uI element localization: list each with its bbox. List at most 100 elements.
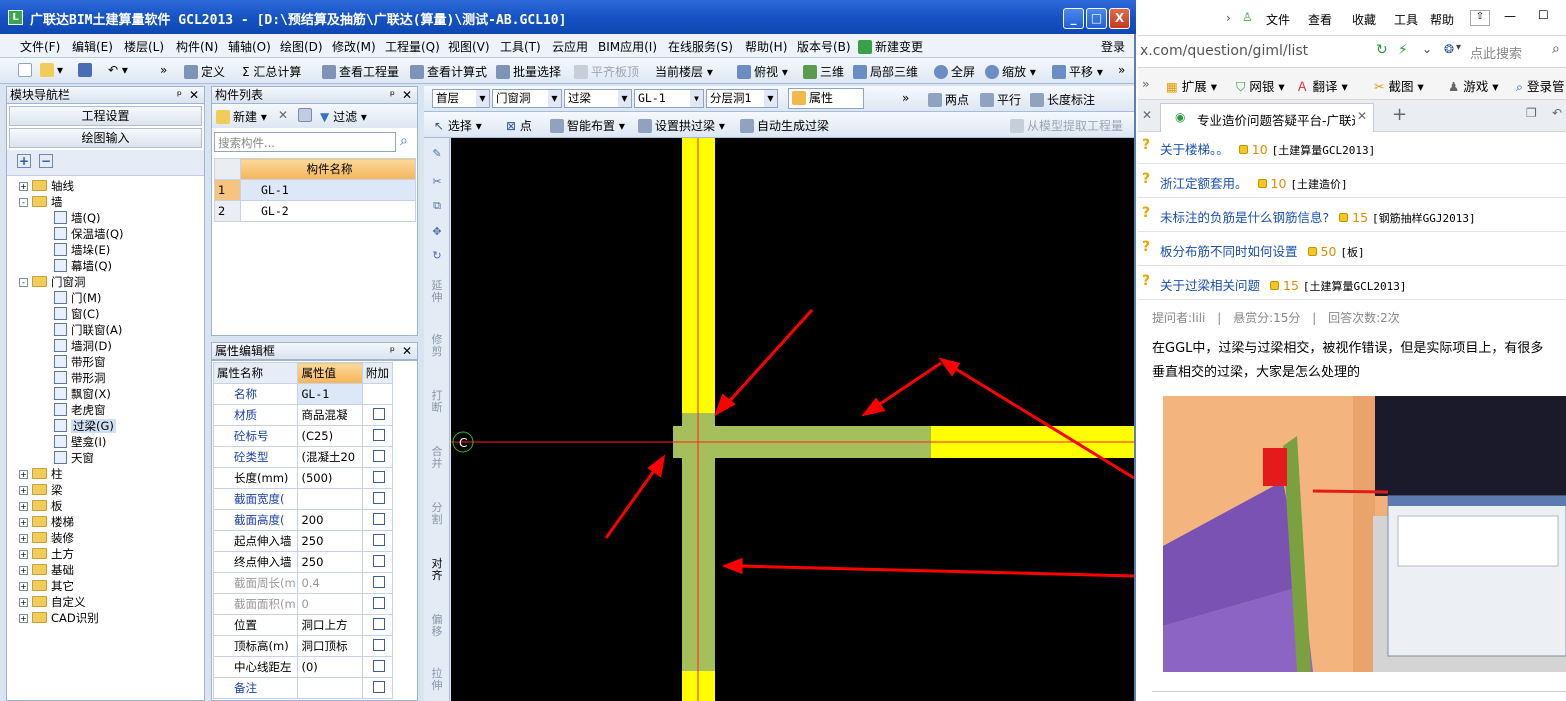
view-quantity-button[interactable]: 查看工程量: [322, 63, 399, 80]
ext-login[interactable]: ⌕ 登录管: [1516, 76, 1565, 95]
tree-category[interactable]: + 板: [19, 498, 63, 514]
tree-category[interactable]: + CAD识别: [19, 610, 99, 626]
pin-icon[interactable]: ᵖ: [177, 87, 182, 103]
project-settings-button[interactable]: 工程设置: [9, 106, 202, 126]
undo-icon[interactable]: ↶ ▾: [108, 63, 128, 77]
extra-checkbox[interactable]: [372, 638, 385, 651]
chevron-down-icon[interactable]: ⌄: [1422, 42, 1432, 56]
property-value[interactable]: 商品混凝: [297, 404, 363, 426]
tab-close-icon[interactable]: ✕: [1357, 109, 1367, 123]
maximize-button[interactable]: □: [1086, 8, 1107, 29]
tree-item[interactable]: 墙垛(E): [54, 242, 110, 258]
new-file-icon[interactable]: [18, 63, 35, 77]
extra-checkbox[interactable]: [372, 575, 385, 588]
drawing-canvas[interactable]: C: [451, 138, 1134, 701]
point-button[interactable]: ⊠ 点: [506, 117, 532, 134]
expand-icon[interactable]: +: [19, 502, 28, 511]
expand-icon[interactable]: +: [19, 486, 28, 495]
auto-gen-beam-button[interactable]: 自动生成过梁: [740, 117, 829, 134]
mirror-icon[interactable]: ⧉: [429, 200, 445, 212]
tree-item[interactable]: 保温墙(Q): [54, 226, 124, 242]
question-title[interactable]: 关于楼梯。。: [1160, 142, 1229, 157]
expand-icon[interactable]: +: [19, 470, 28, 479]
search-engine-chevron-icon[interactable]: ▾: [1456, 42, 1461, 53]
new-tab-icon[interactable]: +: [1392, 104, 1407, 125]
menu-tools[interactable]: 工具(T): [500, 38, 541, 55]
browser-minimize-button[interactable]: —: [1504, 9, 1516, 23]
extra-checkbox[interactable]: [372, 491, 385, 504]
restore-icon[interactable]: ⇧: [1470, 10, 1490, 26]
two-point-button[interactable]: 两点: [928, 91, 969, 108]
property-value[interactable]: (500): [297, 467, 363, 489]
length-mark-button[interactable]: 长度标注: [1030, 91, 1095, 108]
tab-active[interactable]: ◉ 专业造价问题答疑平台-广联达 ✕: [1160, 103, 1374, 132]
tree-item[interactable]: 墙(Q): [54, 210, 101, 226]
collapse-icon[interactable]: -: [19, 278, 28, 287]
expand-icon[interactable]: +: [19, 566, 28, 575]
tree-category[interactable]: + 轴线: [19, 178, 74, 194]
question-title[interactable]: 浙江定额套用。: [1160, 176, 1248, 191]
tree-item[interactable]: 窗(C): [54, 306, 100, 322]
browser-menu-view[interactable]: 查看: [1308, 11, 1332, 28]
component-search-field[interactable]: 搜索构件...: [214, 132, 396, 152]
undo-tab-icon[interactable]: ↶: [1552, 106, 1562, 120]
layer-select[interactable]: 分层洞1 ▼: [706, 89, 778, 108]
menu-help[interactable]: 帮助(H): [745, 38, 787, 55]
property-value[interactable]: 0: [297, 593, 363, 615]
tree-category[interactable]: + 柱: [19, 466, 63, 482]
tree-category[interactable]: + 楼梯: [19, 514, 74, 530]
align-tool[interactable]: 对齐: [429, 558, 445, 582]
menu-floor[interactable]: 楼层(L): [124, 38, 164, 55]
tree-category[interactable]: -墙: [19, 194, 63, 210]
extend-tool[interactable]: 延伸: [429, 280, 445, 304]
tree-item[interactable]: 过梁(G): [54, 418, 116, 434]
property-value[interactable]: (0): [297, 656, 363, 678]
tree-item[interactable]: 幕墙(Q): [54, 258, 112, 274]
three-d-button[interactable]: 三维: [803, 63, 844, 80]
lightning-icon[interactable]: ⚡: [1398, 42, 1408, 58]
tree-item[interactable]: 带形窗: [54, 354, 106, 370]
break-tool[interactable]: 打断: [429, 390, 445, 414]
extra-checkbox[interactable]: [372, 407, 385, 420]
tree-item[interactable]: 老虎窗: [54, 402, 106, 418]
property-row[interactable]: 中心线距左 (0): [212, 656, 394, 678]
extra-checkbox[interactable]: [372, 512, 385, 525]
sum-button[interactable]: Σ 汇总计算: [242, 63, 301, 80]
current-floor-dropdown[interactable]: 当前楼层 ▾: [655, 63, 713, 80]
merge-tool[interactable]: 合并: [429, 446, 445, 470]
tree-item[interactable]: 门(M): [54, 290, 101, 306]
extra-checkbox[interactable]: [372, 659, 385, 672]
close-icon[interactable]: ✕: [402, 87, 412, 103]
question-title[interactable]: 关于过梁相关问题: [1160, 278, 1260, 293]
browser-menu-help[interactable]: 帮助: [1430, 11, 1454, 28]
browser-search-input[interactable]: 点此搜索: [1470, 43, 1522, 62]
menu-modify[interactable]: 修改(M): [332, 38, 376, 55]
menu-bim[interactable]: BIM应用(I): [598, 38, 657, 55]
tree-category[interactable]: + 梁: [19, 482, 63, 498]
pin-icon[interactable]: ᵖ: [390, 343, 395, 359]
search-icon[interactable]: ⌕: [400, 133, 408, 149]
question-title[interactable]: 板分布筋不同时如何设置: [1160, 244, 1298, 259]
local-3d-button[interactable]: 局部三维: [853, 63, 918, 80]
zoom-button[interactable]: 缩放 ▾: [985, 63, 1036, 80]
question-item[interactable]: ? 浙江定额套用。 10 [土建造价]: [1138, 164, 1566, 198]
browser-maximize-button[interactable]: ☐: [1538, 8, 1549, 22]
open-file-icon[interactable]: ▾: [40, 63, 63, 77]
property-row[interactable]: 截面高度(200: [212, 509, 394, 531]
property-value[interactable]: (C25): [297, 425, 363, 447]
menu-online[interactable]: 在线服务(S): [668, 38, 733, 55]
offset-tool[interactable]: 偏移: [429, 614, 445, 638]
expand-all-icon[interactable]: +: [17, 154, 31, 168]
pin-icon[interactable]: ᵖ: [390, 87, 395, 103]
property-value[interactable]: 250: [297, 530, 363, 552]
menu-cloud[interactable]: 云应用: [552, 38, 588, 55]
menu-draw[interactable]: 绘图(D): [280, 38, 323, 55]
close-button[interactable]: X: [1109, 8, 1130, 29]
parallel-button[interactable]: 平行: [980, 91, 1021, 108]
refresh-icon[interactable]: ↻: [1376, 42, 1388, 58]
search-icon[interactable]: ⌕: [1552, 41, 1560, 57]
ext-extend[interactable]: ▦ 扩展 ▾: [1166, 76, 1217, 95]
property-value[interactable]: 250: [297, 551, 363, 573]
question-title[interactable]: 未标注的负筋是什么钢筋信息?: [1160, 210, 1329, 225]
save-icon[interactable]: [78, 63, 95, 77]
